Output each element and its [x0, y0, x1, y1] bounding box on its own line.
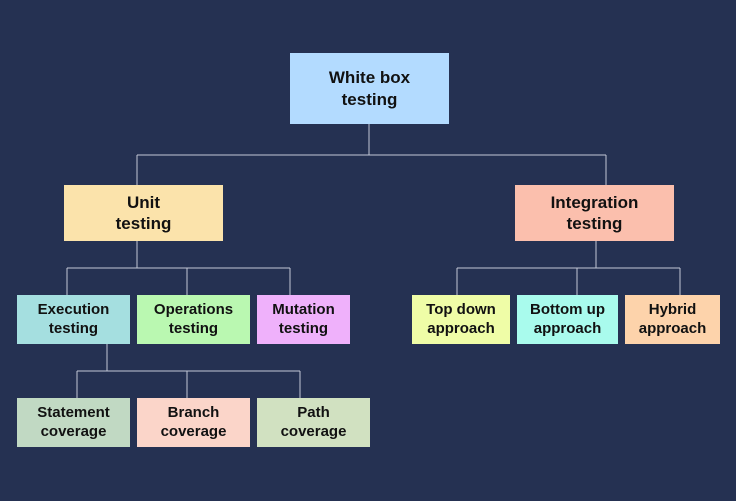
- node-top-down-approach: Top down approach: [412, 295, 510, 344]
- node-label: approach: [427, 319, 495, 337]
- node-hybrid-approach: Hybrid approach: [625, 295, 720, 344]
- node-unit-testing: Unit testing: [64, 185, 223, 241]
- node-label: White box: [328, 68, 411, 88]
- node-label: coverage: [40, 422, 107, 440]
- node-label: coverage: [280, 422, 347, 440]
- node-label: testing: [48, 319, 99, 337]
- node-label: Statement: [37, 403, 110, 421]
- node-label: approach: [638, 319, 707, 337]
- node-label: testing: [566, 214, 623, 233]
- node-label: testing: [168, 319, 219, 337]
- node-label: testing: [278, 319, 329, 337]
- node-label: Top down: [426, 300, 496, 318]
- node-branch-coverage: Branch coverage: [137, 398, 250, 447]
- node-operations-testing: Operations testing: [137, 295, 250, 344]
- node-bottom-up-approach: Bottom up approach: [517, 295, 618, 344]
- node-label: Mutation: [272, 300, 335, 318]
- node-label: Operations: [153, 300, 234, 318]
- node-statement-coverage: Statement coverage: [17, 398, 130, 447]
- node-label: Integration: [550, 192, 639, 212]
- node-label: testing: [341, 89, 398, 109]
- node-label: Hybrid: [648, 300, 697, 318]
- node-path-coverage: Path coverage: [257, 398, 370, 447]
- node-label: coverage: [160, 422, 227, 440]
- node-mutation-testing: Mutation testing: [257, 295, 350, 344]
- node-label: approach: [533, 319, 602, 337]
- node-label: testing: [115, 214, 172, 233]
- node-label: Branch: [167, 403, 220, 421]
- node-execution-testing: Execution testing: [17, 295, 130, 344]
- node-label: Unit: [126, 192, 161, 212]
- node-white-box-testing: White box testing: [290, 53, 449, 124]
- node-label: Bottom up: [530, 300, 605, 318]
- node-label: Execution: [37, 300, 110, 318]
- node-label: Path: [297, 403, 330, 421]
- node-integration-testing: Integration testing: [515, 185, 674, 241]
